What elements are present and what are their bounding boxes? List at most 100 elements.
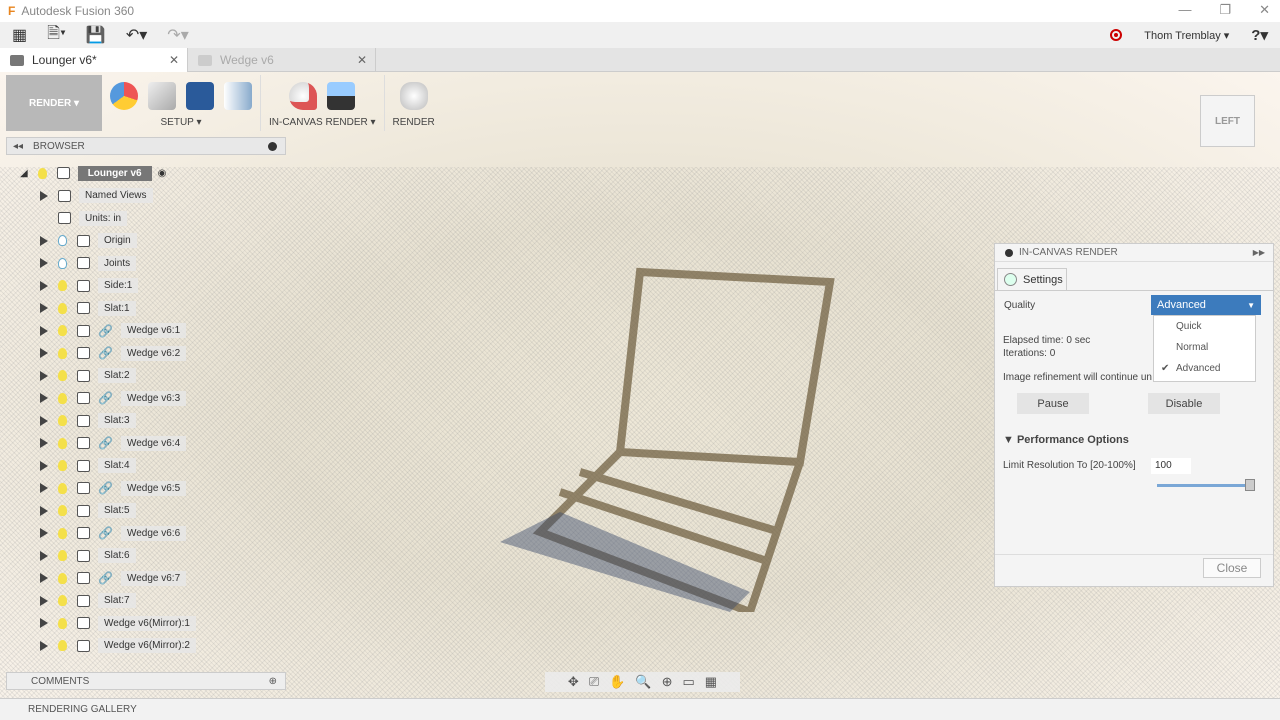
- expand-triangle-icon[interactable]: [40, 460, 48, 471]
- tree-item[interactable]: Units: in: [14, 207, 294, 230]
- decal-icon[interactable]: [186, 82, 214, 110]
- panel-collapse-icon[interactable]: [1005, 248, 1013, 257]
- close-tab-icon[interactable]: ✕: [169, 53, 179, 67]
- view-cube[interactable]: LEFT: [1200, 95, 1255, 147]
- teapot-render-icon[interactable]: [399, 82, 428, 110]
- expand-triangle-icon[interactable]: [40, 190, 48, 201]
- texture-map-icon[interactable]: [224, 82, 252, 110]
- workspace-switcher[interactable]: RENDER ▾: [6, 75, 102, 131]
- tree-item[interactable]: 🔗 Wedge v6:5: [14, 477, 294, 500]
- collapse-icon[interactable]: ◂◂: [13, 141, 23, 152]
- visibility-bulb-icon[interactable]: [58, 370, 67, 382]
- in-canvas-render-icon[interactable]: [289, 82, 318, 110]
- limit-resolution-input[interactable]: 100: [1151, 458, 1191, 474]
- tree-item[interactable]: 🔗 Wedge v6:1: [14, 320, 294, 343]
- pan-icon[interactable]: ✋: [609, 674, 625, 690]
- tree-item[interactable]: Slat:2: [14, 365, 294, 388]
- tab-lounger[interactable]: Lounger v6* ✕: [0, 48, 188, 72]
- display-settings-icon[interactable]: ▭: [683, 674, 695, 690]
- visibility-bulb-icon[interactable]: [37, 167, 47, 179]
- look-at-icon[interactable]: ⎚: [589, 674, 599, 690]
- expand-triangle-icon[interactable]: [40, 640, 48, 651]
- tab-settings[interactable]: Settings: [997, 268, 1067, 290]
- option-advanced[interactable]: ✔ Advanced: [1154, 358, 1255, 379]
- tree-item[interactable]: Slat:7: [14, 590, 294, 613]
- tree-item[interactable]: Side:1: [14, 275, 294, 298]
- slider-thumb[interactable]: [1245, 479, 1255, 491]
- minimize-button[interactable]: —: [1178, 2, 1191, 18]
- visibility-bulb-icon[interactable]: [58, 257, 67, 269]
- tree-item[interactable]: Joints: [14, 252, 294, 275]
- visibility-bulb-icon[interactable]: [58, 482, 67, 494]
- visibility-bulb-icon[interactable]: [58, 302, 67, 314]
- close-tab-icon[interactable]: ✕: [357, 53, 367, 67]
- visibility-bulb-icon[interactable]: [58, 617, 67, 629]
- render-button[interactable]: RENDER: [393, 117, 435, 128]
- pin-icon[interactable]: [268, 141, 277, 151]
- tree-item[interactable]: 🔗 Wedge v6:3: [14, 387, 294, 410]
- quality-select[interactable]: Advanced ▼: [1151, 295, 1261, 315]
- undo-icon[interactable]: ↶▾: [126, 25, 147, 45]
- expand-triangle-icon[interactable]: [40, 370, 48, 381]
- activate-radio-icon[interactable]: ◉: [158, 168, 167, 179]
- rendering-gallery-bar[interactable]: RENDERING GALLERY: [0, 698, 1280, 720]
- tree-item[interactable]: Slat:6: [14, 545, 294, 568]
- visibility-bulb-icon[interactable]: [58, 460, 67, 472]
- visibility-bulb-icon[interactable]: [58, 572, 67, 584]
- collapse-triangle-icon[interactable]: ◢: [20, 168, 28, 179]
- performance-options-header[interactable]: ▼ Performance Options: [1003, 434, 1129, 446]
- expand-triangle-icon[interactable]: [40, 280, 48, 291]
- in-canvas-render-menu[interactable]: IN-CANVAS RENDER ▾: [269, 117, 376, 128]
- visibility-bulb-icon[interactable]: [58, 505, 67, 517]
- pause-button[interactable]: Pause: [1017, 393, 1089, 414]
- fit-icon[interactable]: ⊕: [662, 674, 673, 690]
- comments-bar[interactable]: COMMENTS ⊕: [6, 672, 286, 690]
- expand-triangle-icon[interactable]: [40, 483, 48, 494]
- tree-item[interactable]: Slat:4: [14, 455, 294, 478]
- setup-menu[interactable]: SETUP ▾: [161, 117, 202, 128]
- tree-item[interactable]: Wedge v6(Mirror):1: [14, 612, 294, 635]
- close-window-button[interactable]: ✕: [1259, 2, 1270, 18]
- browser-header[interactable]: ◂◂ BROWSER: [6, 137, 286, 155]
- tree-item[interactable]: 🔗 Wedge v6:6: [14, 522, 294, 545]
- tree-item[interactable]: Slat:3: [14, 410, 294, 433]
- tree-item[interactable]: Slat:5: [14, 500, 294, 523]
- visibility-bulb-icon[interactable]: [58, 280, 67, 292]
- expand-triangle-icon[interactable]: [40, 303, 48, 314]
- tab-wedge[interactable]: Wedge v6 ✕: [188, 48, 376, 72]
- visibility-bulb-icon[interactable]: [58, 527, 67, 539]
- expand-triangle-icon[interactable]: [40, 325, 48, 336]
- expand-triangle-icon[interactable]: [40, 258, 48, 269]
- capture-image-icon[interactable]: [327, 82, 356, 110]
- visibility-bulb-icon[interactable]: [58, 325, 67, 337]
- expand-triangle-icon[interactable]: [40, 393, 48, 404]
- tree-item[interactable]: Slat:1: [14, 297, 294, 320]
- visibility-bulb-icon[interactable]: [58, 640, 67, 652]
- tree-item[interactable]: 🔗 Wedge v6:7: [14, 567, 294, 590]
- user-menu[interactable]: Thom Tremblay ▾: [1144, 29, 1229, 42]
- visibility-bulb-icon[interactable]: [58, 347, 67, 359]
- option-quick[interactable]: Quick: [1154, 316, 1255, 337]
- file-menu-icon[interactable]: 🗎▾: [47, 22, 66, 49]
- visibility-bulb-icon[interactable]: [58, 437, 67, 449]
- visibility-bulb-icon[interactable]: [58, 392, 67, 404]
- maximize-button[interactable]: ❐: [1219, 2, 1231, 18]
- visibility-bulb-icon[interactable]: [58, 595, 67, 607]
- option-normal[interactable]: Normal: [1154, 337, 1255, 358]
- expand-triangle-icon[interactable]: [40, 505, 48, 516]
- expand-triangle-icon[interactable]: [40, 595, 48, 606]
- record-icon[interactable]: [1110, 29, 1123, 41]
- tree-root[interactable]: ◢ Lounger v6 ◉: [14, 162, 294, 185]
- visibility-bulb-icon[interactable]: [58, 415, 67, 427]
- scene-settings-lamp-icon[interactable]: [148, 82, 176, 110]
- redo-icon[interactable]: ↷▾: [167, 25, 188, 45]
- disable-button[interactable]: Disable: [1148, 393, 1220, 414]
- visibility-bulb-icon[interactable]: [58, 550, 67, 562]
- expand-triangle-icon[interactable]: [40, 348, 48, 359]
- tree-item[interactable]: Origin: [14, 230, 294, 253]
- help-button[interactable]: ?▾: [1251, 26, 1268, 44]
- expand-triangle-icon[interactable]: [40, 528, 48, 539]
- expand-triangle-icon[interactable]: [40, 415, 48, 426]
- visibility-bulb-icon[interactable]: [58, 235, 67, 247]
- expand-panel-icon[interactable]: ▶▶: [1253, 248, 1265, 257]
